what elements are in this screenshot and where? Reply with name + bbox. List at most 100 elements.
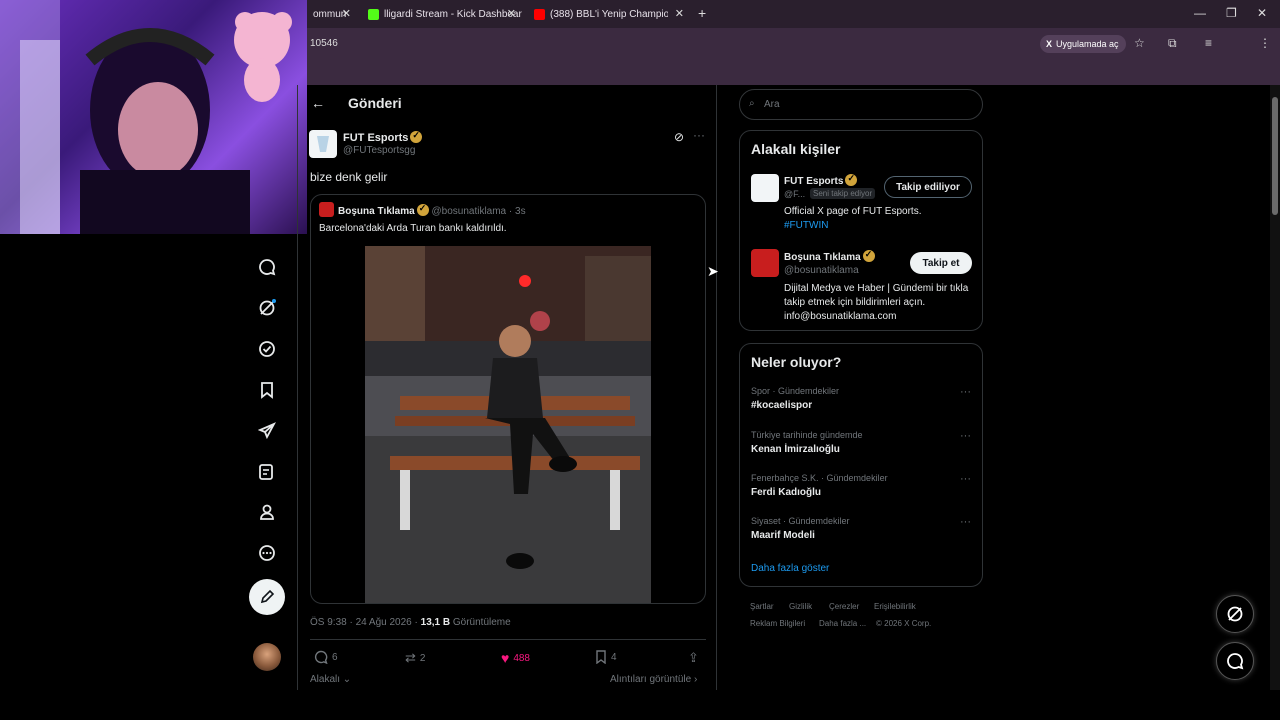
person-name-text: Boşuna Tıklama <box>784 252 861 263</box>
tab-title: (388) BBL'i Yenip Champions Gidiy <box>550 8 668 20</box>
bench-photo-image <box>365 246 651 603</box>
bookmark-button[interactable]: 4 <box>595 650 617 664</box>
repost-button[interactable]: ⇄ 2 <box>405 650 425 666</box>
messages-float-button[interactable] <box>1216 642 1254 680</box>
post-text: bize denk gelir <box>310 170 388 184</box>
person-bio-hashtag[interactable]: #FUTWIN <box>784 220 828 231</box>
footer-link[interactable]: Daha fazla ... <box>819 619 866 628</box>
trend-meta: Siyaset · Gündemdekiler <box>751 516 850 526</box>
open-in-app-button[interactable]: X Uygulamada aç <box>1040 35 1126 53</box>
scrollbar-thumb[interactable] <box>1272 97 1278 215</box>
browser-tab[interactable]: lligardi Stream - Kick Dashboard ✕ <box>362 3 522 25</box>
person-avatar[interactable] <box>751 249 779 277</box>
footer-link[interactable]: Erişilebilirlik <box>874 602 916 611</box>
reply-count: 6 <box>332 651 338 663</box>
trend-item[interactable]: Maarif Modeli <box>751 530 815 541</box>
like-button[interactable]: ♥ 488 <box>501 650 530 666</box>
chat-bubble-icon[interactable] <box>255 255 279 279</box>
bookmark-icon <box>596 650 606 664</box>
quoted-author-name: Boşuna Tıklama <box>338 206 415 217</box>
footer-link[interactable]: Reklam Bilgileri <box>750 619 805 628</box>
more-circle-icon[interactable] <box>255 541 279 565</box>
heart-icon: ♥ <box>501 650 510 666</box>
grok-icon[interactable] <box>255 296 279 320</box>
rocket-icon[interactable] <box>255 419 279 443</box>
kick-icon <box>368 8 379 20</box>
author-avatar[interactable] <box>309 130 337 158</box>
trend-item[interactable]: Ferdi Kadıoğlu <box>751 487 821 498</box>
profile-icon[interactable] <box>255 500 279 524</box>
person-bio: Dijital Medya ve Haber | Gündemi bir tık… <box>784 283 969 322</box>
trend-item[interactable]: #kocaelispor <box>751 400 812 411</box>
more-options-icon[interactable]: ··· <box>693 128 705 142</box>
grok-float-button[interactable] <box>1216 595 1254 633</box>
webcam-overlay <box>0 0 307 234</box>
close-window-button[interactable]: ✕ <box>1257 6 1267 20</box>
grok-explain-icon[interactable]: ⊘ <box>674 130 684 144</box>
back-button[interactable]: ← <box>311 95 325 111</box>
footer-link[interactable]: Gizlilik <box>789 602 812 611</box>
media-control-icon[interactable]: ≡ <box>1205 36 1212 50</box>
trend-item[interactable]: Kenan İmirzalıoğlu <box>751 444 840 455</box>
x-logo-icon: X <box>1046 39 1053 49</box>
verified-badge-icon <box>410 130 423 143</box>
following-button[interactable]: Takip ediliyor <box>884 176 972 198</box>
page-title: Gönderi <box>348 95 402 111</box>
compose-button[interactable] <box>249 579 285 615</box>
trend-meta: Spor · Gündemdekiler <box>751 386 840 396</box>
sort-label: Alakalı <box>310 674 341 685</box>
person-name-text: FUT Esports <box>784 176 844 187</box>
search-input[interactable]: Ara <box>764 99 780 110</box>
divider <box>310 639 706 640</box>
footer-link[interactable]: Çerezler <box>829 602 859 611</box>
chevron-right-icon: › <box>691 674 698 685</box>
tab-close-icon[interactable]: ✕ <box>342 7 351 20</box>
youtube-icon <box>534 8 545 20</box>
tab-title: lligardi Stream - Kick Dashboard <box>384 8 522 20</box>
more-options-icon[interactable]: ··· <box>960 430 971 442</box>
show-more-link[interactable]: Daha fazla göster <box>751 563 829 574</box>
browser-tab[interactable]: ommun ✕ <box>307 3 357 25</box>
more-options-icon[interactable]: ··· <box>960 516 971 528</box>
extensions-icon[interactable]: ⧉ <box>1168 36 1177 51</box>
minimize-button[interactable]: — <box>1194 6 1206 20</box>
grok-icon <box>1227 606 1243 622</box>
view-quotes-label: Alıntıları görüntüle <box>610 674 692 685</box>
person-handle: @F... <box>784 189 806 199</box>
account-avatar[interactable] <box>253 643 281 671</box>
tab-close-icon[interactable]: ✕ <box>507 7 516 20</box>
url-field[interactable]: 10546 <box>310 38 338 49</box>
post-photo[interactable] <box>365 246 651 603</box>
more-options-icon[interactable]: ··· <box>960 473 971 485</box>
pen-list-icon[interactable] <box>255 460 279 484</box>
trend-meta: Türkiye tarihinde gündemde <box>751 430 863 440</box>
menu-icon[interactable]: ⋮ <box>1259 36 1271 50</box>
author-name[interactable]: FUT Esports <box>343 130 423 144</box>
tab-close-icon[interactable]: ✕ <box>675 7 684 20</box>
star-icon[interactable]: ☆ <box>1134 36 1145 50</box>
post-timestamp[interactable]: ÖS 9:38 · 24 Ağu 2026 · <box>310 617 418 628</box>
search-box[interactable]: ⌕ Ara <box>739 89 983 120</box>
reply-button[interactable]: 6 <box>314 650 338 664</box>
person-avatar[interactable] <box>751 174 779 202</box>
footer-link[interactable]: Şartlar <box>750 602 774 611</box>
streamer-webcam-image <box>0 0 292 234</box>
mouse-cursor-icon: ➤ <box>707 263 719 279</box>
verified-icon[interactable] <box>255 337 279 361</box>
sort-relevance-dropdown[interactable]: Alakalı ⌄ <box>310 674 351 685</box>
new-tab-button[interactable]: + <box>698 5 706 21</box>
view-quotes-link[interactable]: Alıntıları görüntüle › <box>610 674 697 685</box>
verified-badge-icon <box>416 203 429 216</box>
page-scrollbar[interactable] <box>1270 85 1280 690</box>
verified-badge-icon <box>862 249 875 262</box>
bookmark-icon[interactable] <box>255 378 279 402</box>
browser-tab[interactable]: (388) BBL'i Yenip Champions Gidiy ✕ <box>528 3 690 25</box>
quoted-author-avatar <box>319 202 334 217</box>
more-options-icon[interactable]: ··· <box>960 386 971 398</box>
follow-button[interactable]: Takip et <box>910 252 972 274</box>
share-button[interactable]: ⇪ <box>688 650 699 666</box>
maximize-button[interactable]: ❐ <box>1226 6 1237 20</box>
person-name[interactable]: Boşuna Tıklama <box>784 249 875 263</box>
author-handle[interactable]: @FUTesportsgg <box>343 145 415 156</box>
person-name[interactable]: FUT Esports <box>784 173 858 187</box>
